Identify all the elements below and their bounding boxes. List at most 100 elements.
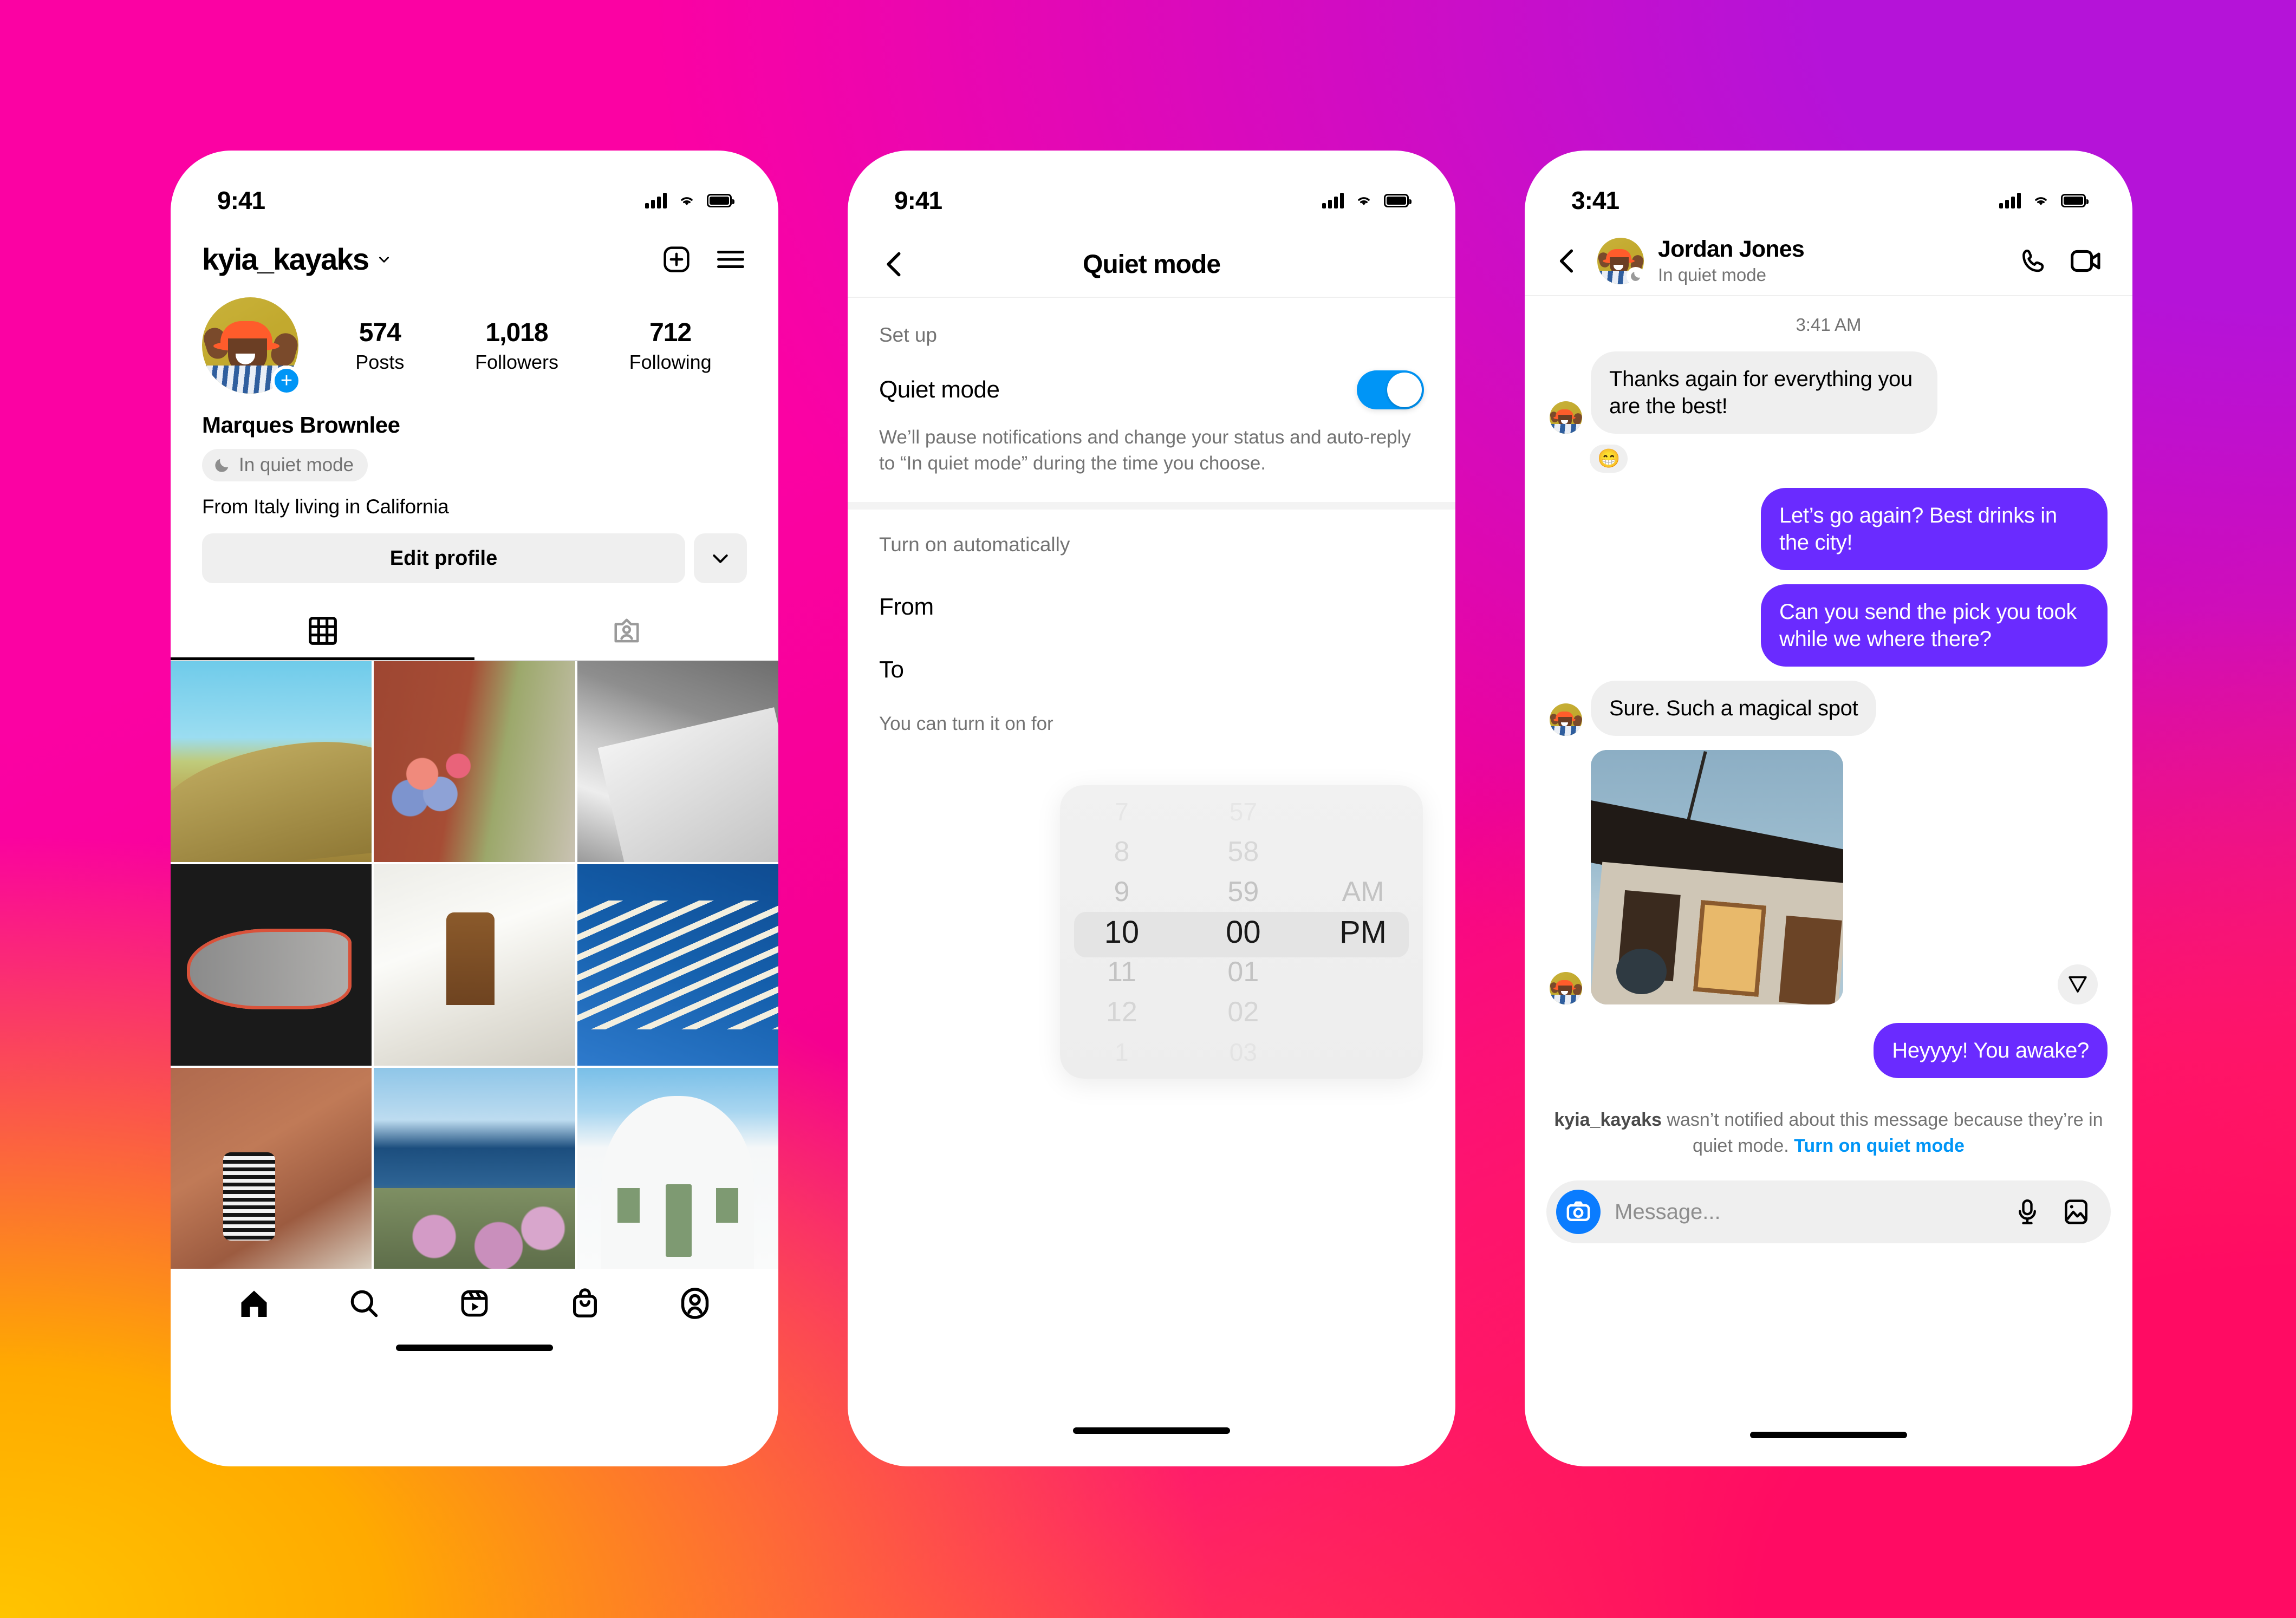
grid-photo[interactable] — [171, 1067, 372, 1269]
message-input[interactable] — [1615, 1199, 1997, 1224]
hamburger-menu-icon[interactable] — [714, 243, 747, 276]
stat-following[interactable]: 712 Following — [629, 318, 712, 374]
profile-stats-row: + 574 Posts 1,018 Followers 712 Followin… — [171, 277, 778, 396]
chat-nav-bar: Jordan Jones In quiet mode — [1525, 232, 2132, 295]
period-option[interactable]: AM — [1303, 872, 1423, 912]
section-divider — [848, 502, 1455, 510]
from-row[interactable]: From — [848, 576, 1455, 638]
avatar[interactable]: + — [202, 297, 302, 396]
contact-info[interactable]: Jordan Jones In quiet mode — [1658, 236, 2004, 285]
camera-icon[interactable] — [1556, 1190, 1601, 1235]
status-bar-time: 9:41 — [894, 186, 942, 214]
quiet-mode-note: We’ll pause notifications and change you… — [879, 427, 1411, 474]
home-icon[interactable] — [238, 1287, 270, 1320]
sidebar-item-grid-tab[interactable] — [171, 602, 474, 660]
hour-option[interactable]: 8 — [1060, 832, 1183, 872]
send-arrow-icon[interactable] — [2058, 964, 2098, 1004]
moon-icon — [215, 459, 229, 472]
phone-quiet-mode-settings: 9:41 Quiet mode Set up Quiet mode We’ll … — [848, 151, 1455, 1466]
message-reaction[interactable]: 😁 — [1590, 445, 1628, 473]
turn-on-quiet-mode-link[interactable]: Turn on quiet mode — [1794, 1136, 1965, 1156]
hour-option[interactable]: 11 — [1060, 952, 1183, 992]
sidebar-item-tagged-tab[interactable] — [474, 602, 778, 660]
minute-option[interactable]: 59 — [1183, 872, 1303, 912]
battery-icon — [2061, 193, 2089, 207]
message-row: Sure. Such a magical spot — [1550, 681, 2108, 736]
to-row[interactable]: To — [848, 638, 1455, 701]
grid-photo[interactable] — [577, 661, 778, 863]
status-bar: 9:41 — [848, 151, 1455, 232]
username-switcher[interactable]: kyia_kayaks — [202, 242, 391, 277]
back-chevron-icon[interactable] — [1551, 245, 1583, 277]
battery-icon — [707, 193, 734, 207]
shop-bag-icon[interactable] — [569, 1287, 601, 1320]
wifi-icon — [1358, 197, 1370, 206]
wifi-icon — [681, 197, 693, 206]
search-icon[interactable] — [348, 1287, 380, 1320]
message-bubble-incoming[interactable]: Thanks again for everything you are the … — [1591, 351, 1937, 434]
status-badge[interactable]: In quiet mode — [202, 449, 368, 481]
minute-option[interactable]: 58 — [1183, 832, 1303, 872]
grid-photo[interactable] — [577, 1067, 778, 1269]
message-photo[interactable] — [1591, 750, 1843, 1004]
section-label-setup: Set up — [879, 324, 937, 346]
contact-avatar[interactable] — [1597, 237, 1645, 285]
chat-timestamp: 3:41 AM — [1796, 315, 1862, 335]
reels-icon[interactable] — [458, 1287, 491, 1320]
phone-call-icon[interactable] — [2018, 245, 2050, 277]
grid-photo[interactable] — [374, 661, 575, 863]
minute-option[interactable]: 57 — [1183, 792, 1303, 832]
status-bar-time: 9:41 — [217, 186, 265, 214]
grid-photo[interactable] — [374, 1067, 575, 1269]
profile-tabs — [171, 602, 778, 660]
avatar — [1550, 972, 1582, 1004]
time-picker[interactable]: 7 8 9 10 11 12 1 57 58 59 00 01 02 03 AM… — [1060, 785, 1423, 1079]
grid-photo[interactable] — [577, 864, 778, 1066]
stat-followers-label: Followers — [474, 350, 558, 373]
quiet-mode-toggle-row[interactable]: Quiet mode — [848, 347, 1455, 409]
stat-posts[interactable]: 574 Posts — [355, 318, 404, 374]
phone-chat: 3:41 Jordan Jones In quiet mode 3:41 AM … — [1525, 151, 2132, 1466]
microphone-icon[interactable] — [2011, 1196, 2044, 1228]
grid-photo[interactable] — [374, 864, 575, 1066]
message-composer — [1546, 1180, 2111, 1244]
stat-posts-label: Posts — [355, 350, 405, 373]
back-chevron-icon[interactable] — [878, 248, 910, 280]
moon-icon — [1627, 266, 1645, 285]
profile-description: From Italy living in California — [202, 495, 449, 518]
stat-followers[interactable]: 1,018 Followers — [475, 318, 558, 374]
grid-photo[interactable] — [171, 661, 372, 863]
message-bubble-incoming[interactable]: Sure. Such a magical spot — [1591, 681, 1877, 736]
auto-footer-text: You can turn it on for — [879, 713, 1053, 735]
quiet-mode-switch[interactable] — [1357, 370, 1424, 409]
status-bar: 9:41 — [171, 151, 778, 232]
grid-photo[interactable] — [171, 864, 372, 1066]
bottom-nav-bar — [171, 1269, 778, 1320]
battery-icon — [1384, 193, 1412, 207]
hour-option[interactable]: 7 — [1060, 792, 1183, 832]
section-label-auto: Turn on automatically — [879, 533, 1070, 556]
more-options-button[interactable] — [694, 533, 747, 583]
edit-profile-button[interactable]: Edit profile — [202, 533, 685, 583]
gallery-icon[interactable] — [2060, 1196, 2092, 1228]
plus-icon[interactable]: + — [271, 366, 302, 396]
minute-option[interactable]: 03 — [1183, 1032, 1303, 1072]
hour-option[interactable]: 9 — [1060, 872, 1183, 912]
message-bubble-outgoing[interactable]: Heyyyy! You awake? — [1874, 1023, 2108, 1078]
profile-username: kyia_kayaks — [202, 242, 369, 276]
message-bubble-outgoing[interactable]: Let’s go again? Best drinks in the city! — [1761, 488, 2108, 570]
message-row: Thanks again for everything you are the … — [1550, 351, 2108, 434]
minute-option[interactable]: 02 — [1183, 992, 1303, 1032]
message-list: 3:41 AM Thanks again for everything you … — [1525, 296, 2132, 1078]
stat-following-value: 712 — [649, 318, 692, 347]
avatar — [1550, 401, 1582, 434]
home-indicator — [396, 1345, 553, 1352]
new-post-icon[interactable] — [660, 243, 693, 276]
hour-option[interactable]: 12 — [1060, 992, 1183, 1032]
message-bubble-outgoing[interactable]: Can you send the pick you took while we … — [1761, 584, 2108, 667]
profile-icon[interactable] — [679, 1287, 711, 1320]
hour-option[interactable]: 1 — [1060, 1032, 1183, 1072]
settings-nav-bar: Quiet mode — [848, 232, 1455, 297]
minute-option[interactable]: 01 — [1183, 952, 1303, 992]
video-call-icon[interactable] — [2070, 245, 2102, 277]
